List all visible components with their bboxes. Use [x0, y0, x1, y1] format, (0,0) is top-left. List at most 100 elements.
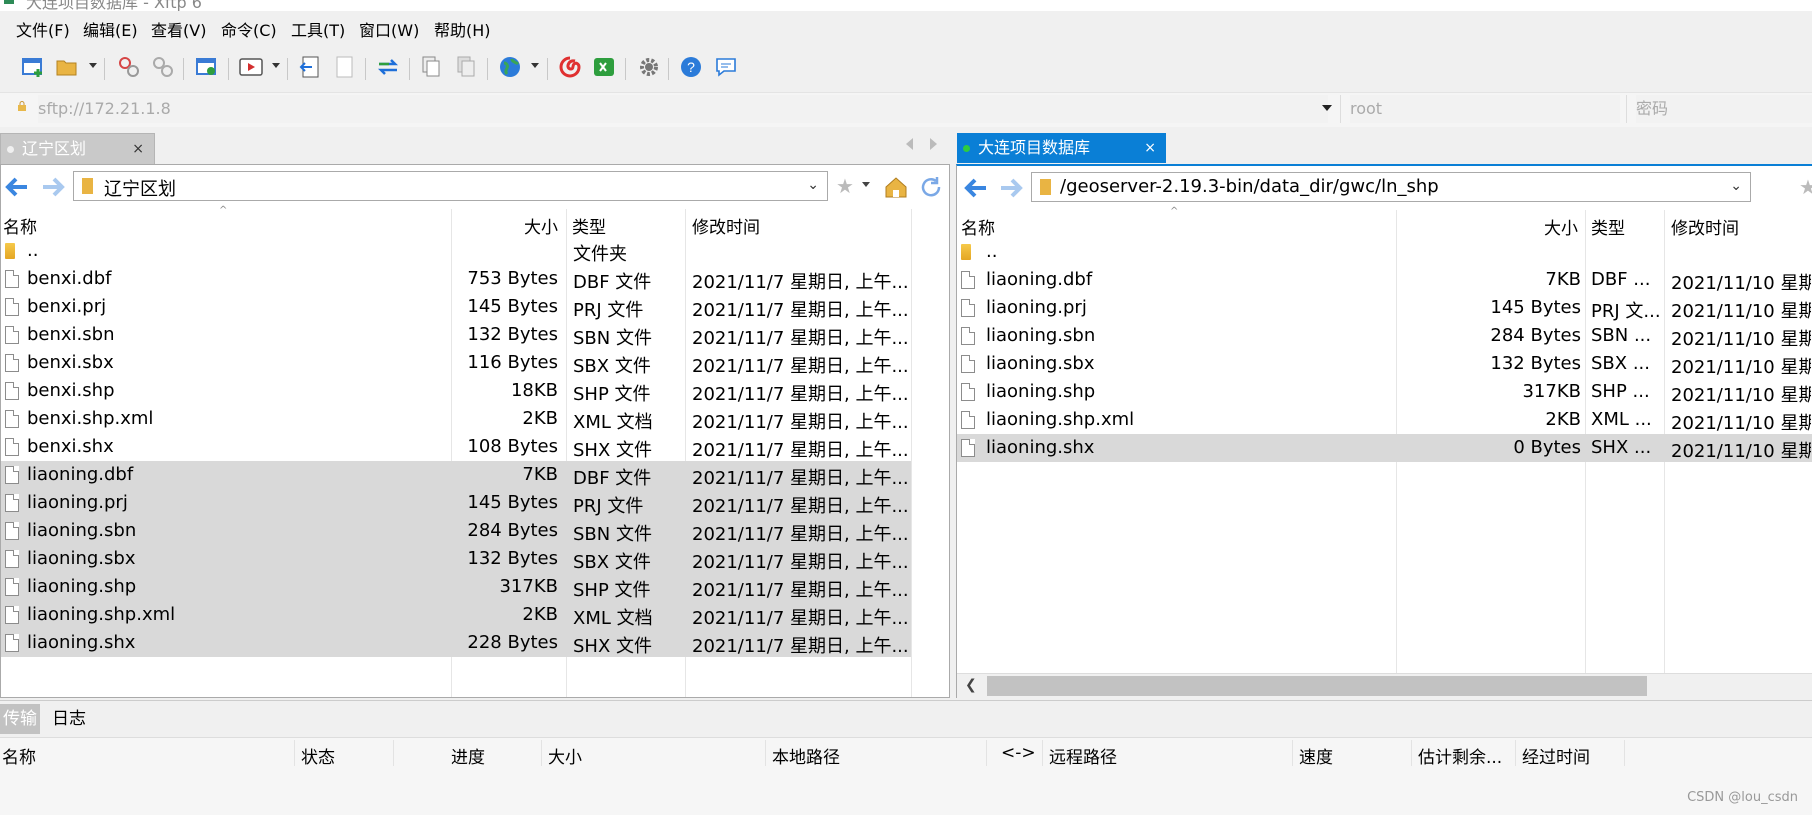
table-row[interactable]: benxi.dbf 753 Bytes DBF 文件 2021/11/7 星期日, 上… [1, 265, 911, 293]
transfer-col-elapsed[interactable]: 经过时间 [1522, 743, 1590, 768]
host-dropdown-icon[interactable] [1322, 105, 1332, 111]
netsarang-icon[interactable] [557, 54, 583, 80]
tab-local[interactable]: 辽宁区划 × [0, 133, 155, 164]
transfer-col-speed[interactable]: 速度 [1299, 743, 1333, 768]
forward-arrow-icon[interactable] [997, 174, 1025, 202]
back-arrow-icon[interactable] [962, 174, 990, 202]
tab-transfer[interactable]: 传输 [0, 704, 40, 734]
tab-remote[interactable]: 大连项目数据库 × [957, 133, 1166, 163]
bookmark-star-icon[interactable]: ★ [836, 174, 854, 198]
file-name: liaoning.shp [986, 381, 1096, 402]
table-row[interactable]: benxi.shp.xml 2KB XML 文档 2021/11/7 星期日, 上午.… [1, 405, 911, 433]
menu-tools[interactable]: 工具(T) [291, 17, 345, 41]
tab-log[interactable]: 日志 [49, 704, 89, 734]
password-input[interactable]: 密码 [1636, 95, 1812, 123]
transfer-col-local-path[interactable]: 本地路径 [772, 743, 840, 768]
toolbar-separator [668, 58, 669, 80]
tab-scroll-left-icon[interactable] [906, 138, 913, 150]
chevron-down-icon[interactable]: ⌄ [1730, 178, 1742, 194]
menu-file[interactable]: 文件(F) [16, 17, 70, 41]
new-session-icon[interactable] [20, 54, 46, 80]
tab-close-icon[interactable]: × [1144, 133, 1156, 163]
tab-close-icon[interactable]: × [132, 134, 144, 164]
bookmark-star-icon[interactable]: ★ [1799, 175, 1812, 199]
globe-dropdown-icon[interactable] [531, 63, 539, 68]
column-name[interactable]: 名称 [3, 213, 37, 238]
menu-edit[interactable]: 编辑(E) [83, 17, 138, 41]
table-row[interactable]: liaoning.shp.xml 2KB XML 文档 2021/11/7 星期日, … [1, 601, 911, 629]
chevron-down-icon[interactable]: ⌄ [807, 177, 819, 193]
tab-scroll-right-icon[interactable] [930, 138, 937, 150]
terminal-icon[interactable] [238, 54, 264, 80]
menu-window[interactable]: 窗口(W) [359, 17, 419, 41]
column-type[interactable]: 类型 [572, 213, 606, 238]
table-row[interactable]: benxi.prj 145 Bytes PRJ 文件 2021/11/7 星期日, 上… [1, 293, 911, 321]
table-row[interactable]: benxi.shx 108 Bytes SHX 文件 2021/11/7 星期日, 上… [1, 433, 911, 461]
column-modified[interactable]: 修改时间 [1671, 214, 1739, 239]
transfer-col-status[interactable]: 状态 [301, 743, 335, 768]
copy-icon[interactable] [418, 54, 444, 80]
help-icon[interactable]: ? [678, 54, 704, 80]
transfer-col-progress[interactable]: 进度 [451, 743, 485, 768]
table-row[interactable]: benxi.shp 18KB SHP 文件 2021/11/7 星期日, 上午... [1, 377, 911, 405]
table-row[interactable]: .. [957, 238, 1812, 266]
table-row[interactable]: liaoning.shx 0 Bytes SHX ... 2021/11/10 星期 [957, 434, 1812, 462]
terminal-dropdown-icon[interactable] [272, 63, 280, 68]
disconnect-icon[interactable] [150, 54, 176, 80]
table-row[interactable]: liaoning.shx 228 Bytes SHX 文件 2021/11/7 星期日… [1, 629, 911, 657]
table-row[interactable]: liaoning.sbn 284 Bytes SBN 文件 2021/11/7 星期日… [1, 517, 911, 545]
bookmark-dropdown-icon[interactable] [862, 182, 870, 187]
open-dropdown-icon[interactable] [89, 63, 97, 68]
local-path-input[interactable]: 辽宁区划 ⌄ [73, 171, 828, 201]
transfer-col-name[interactable]: 名称 [2, 743, 36, 768]
menu-command[interactable]: 命令(C) [221, 17, 277, 41]
xshell-icon[interactable] [591, 54, 617, 80]
column-modified[interactable]: 修改时间 [692, 213, 760, 238]
chat-icon[interactable] [713, 54, 739, 80]
column-size[interactable]: 大小 [1544, 214, 1578, 239]
transfer-col-direction[interactable]: <-> [1001, 743, 1036, 763]
transfer-col-size[interactable]: 大小 [548, 743, 582, 768]
home-icon[interactable] [883, 174, 909, 200]
table-row[interactable]: liaoning.shp 317KB SHP 文件 2021/11/7 星期日, 上午… [1, 573, 911, 601]
remote-pane: /geoserver-2.19.3-bin/data_dir/gwc/ln_sh… [956, 164, 1812, 698]
table-row[interactable]: liaoning.shp.xml 2KB XML ... 2021/11/10 星期 [957, 406, 1812, 434]
table-row[interactable]: liaoning.prj 145 Bytes PRJ 文件 2021/11/7 星期日… [1, 489, 911, 517]
column-size[interactable]: 大小 [524, 213, 558, 238]
menu-view[interactable]: 查看(V) [151, 17, 206, 41]
table-row[interactable]: liaoning.dbf 7KB DBF 文件 2021/11/7 星期日, 上午..… [1, 461, 911, 489]
table-row[interactable]: liaoning.prj 145 Bytes PRJ 文... 2021/11/10 … [957, 294, 1812, 322]
menu-help[interactable]: 帮助(H) [434, 17, 491, 41]
scrollbar-thumb[interactable] [987, 676, 1647, 696]
table-row[interactable]: benxi.sbn 132 Bytes SBN 文件 2021/11/7 星期日, 上… [1, 321, 911, 349]
file-modified: 2021/11/7 星期日, 上午... [692, 384, 909, 405]
table-row[interactable]: benxi.sbx 116 Bytes SBX 文件 2021/11/7 星期日, 上… [1, 349, 911, 377]
column-name[interactable]: 名称 [961, 214, 995, 239]
forward-arrow-icon[interactable] [39, 173, 67, 201]
gear-icon[interactable] [636, 54, 662, 80]
table-row[interactable]: liaoning.shp 317KB SHP ... 2021/11/10 星期 [957, 378, 1812, 406]
table-row[interactable]: liaoning.sbn 284 Bytes SBN ... 2021/11/10 星… [957, 322, 1812, 350]
paste-icon[interactable] [453, 54, 479, 80]
table-row[interactable]: liaoning.dbf 7KB DBF ... 2021/11/10 星期 [957, 266, 1812, 294]
session-properties-icon[interactable] [194, 54, 220, 80]
connect-icon[interactable] [116, 54, 142, 80]
table-row[interactable]: liaoning.sbx 132 Bytes SBX ... 2021/11/10 星… [957, 350, 1812, 378]
horizontal-scrollbar[interactable]: ❮ [957, 673, 1812, 698]
username-input[interactable]: root [1350, 95, 1620, 123]
transfer-col-remaining[interactable]: 估计剩余... [1418, 743, 1502, 768]
table-row[interactable]: .. 文件夹 [1, 237, 911, 265]
refresh-icon[interactable] [919, 175, 943, 199]
scroll-left-icon[interactable]: ❮ [965, 677, 977, 693]
transfer-col-remote-path[interactable]: 远程路径 [1049, 743, 1117, 768]
column-type[interactable]: 类型 [1591, 214, 1625, 239]
open-folder-icon[interactable] [54, 54, 80, 80]
globe-icon[interactable] [497, 54, 523, 80]
table-row[interactable]: liaoning.sbx 132 Bytes SBX 文件 2021/11/7 星期日… [1, 545, 911, 573]
back-arrow-icon[interactable] [3, 173, 31, 201]
transfer-right-icon[interactable] [332, 54, 358, 80]
remote-path-input[interactable]: /geoserver-2.19.3-bin/data_dir/gwc/ln_sh… [1031, 172, 1751, 202]
host-input[interactable]: sftp://172.21.1.8 [38, 95, 1328, 123]
sync-icon[interactable] [375, 54, 401, 80]
transfer-left-icon[interactable] [297, 54, 323, 80]
